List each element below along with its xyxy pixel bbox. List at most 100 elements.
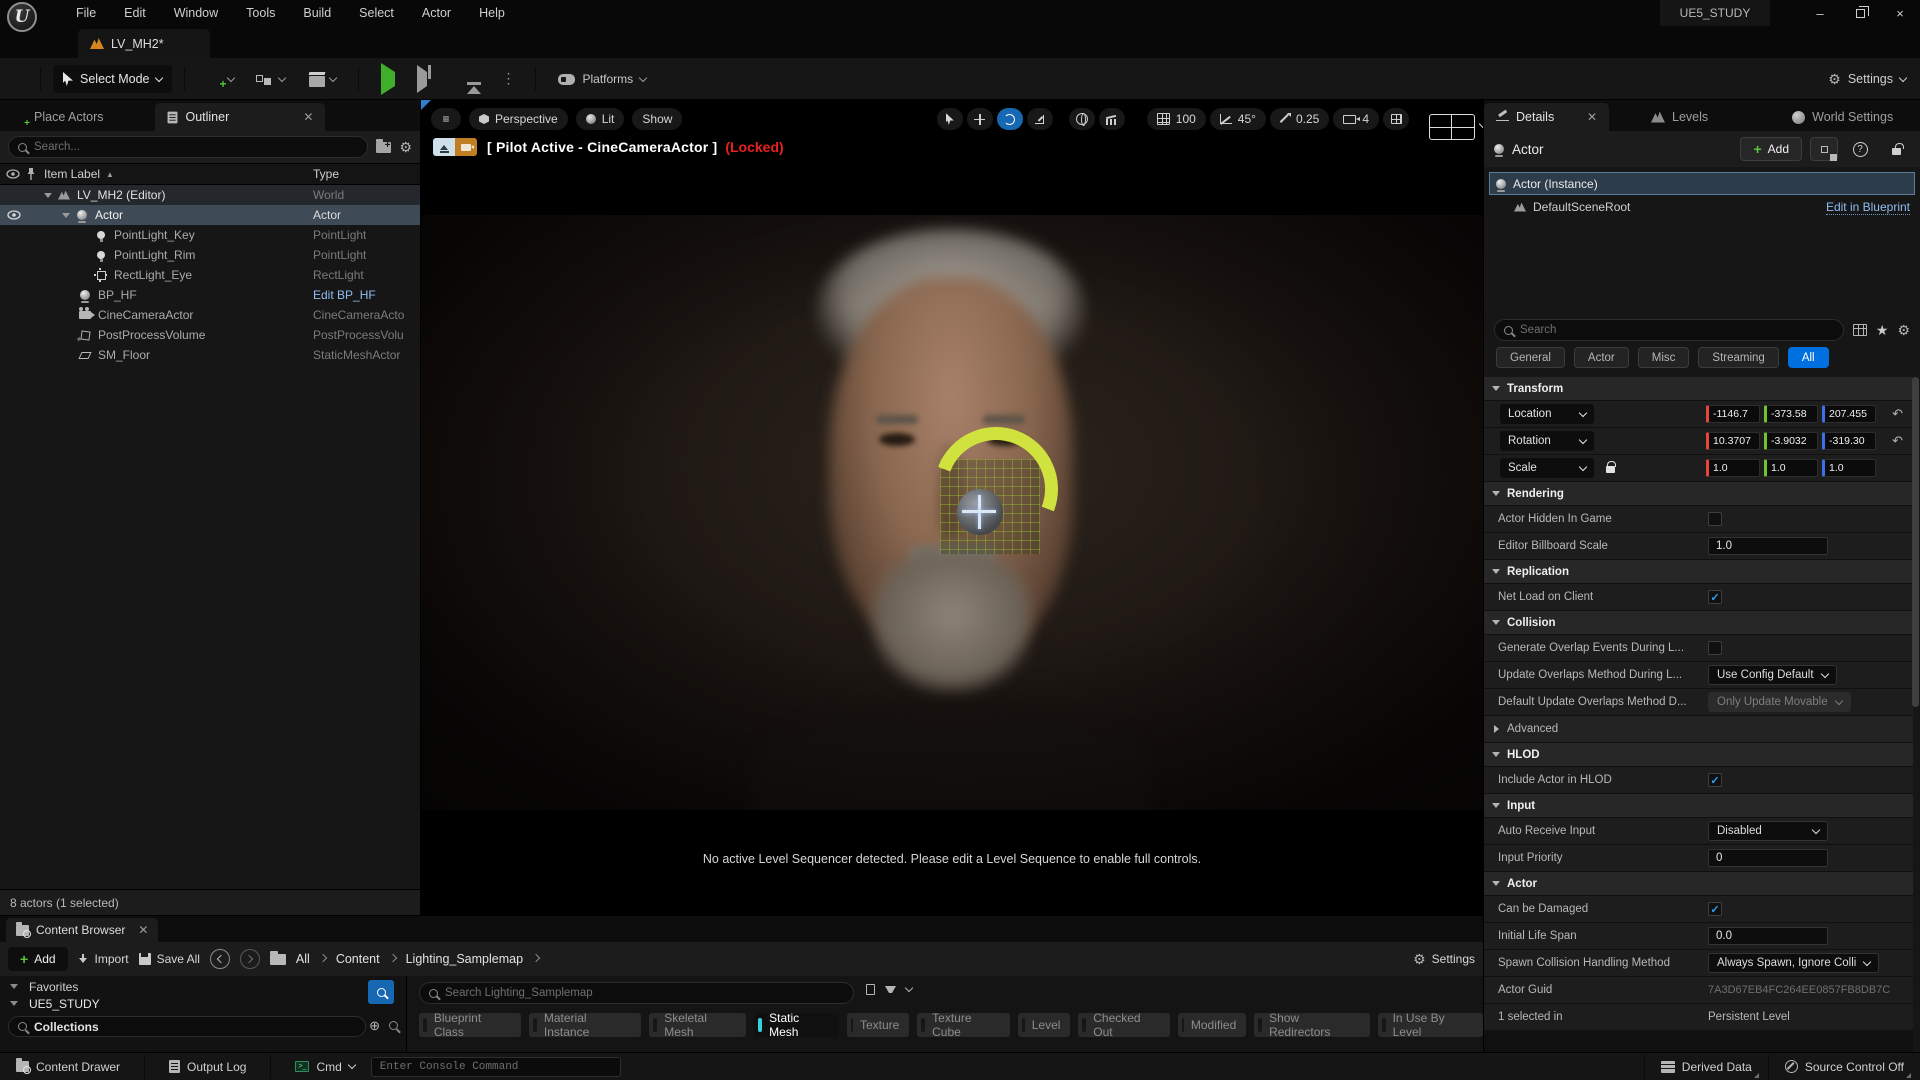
- settings-dropdown[interactable]: ⚙ Settings: [1828, 58, 1906, 100]
- source-control-button[interactable]: Source Control Off: [1777, 1053, 1912, 1080]
- add-component-button[interactable]: + Add: [1740, 137, 1802, 161]
- auto-receive-input-dropdown[interactable]: Disabled: [1708, 821, 1828, 841]
- filter-texture-cube[interactable]: Texture Cube: [917, 1013, 1010, 1037]
- surface-snap-button[interactable]: [1099, 108, 1125, 130]
- can-damage-checkbox[interactable]: ✓: [1708, 902, 1722, 916]
- cb-add-button[interactable]: + Add: [8, 947, 68, 971]
- rotation-dropdown[interactable]: Rotation: [1500, 431, 1594, 451]
- menu-window[interactable]: Window: [160, 0, 232, 26]
- outliner-row-sm-floor[interactable]: SM_Floor StaticMeshActor: [0, 345, 420, 365]
- outliner-row-level[interactable]: LV_MH2 (Editor) World: [0, 185, 420, 205]
- reset-rotation-button[interactable]: ↶: [1892, 433, 1903, 449]
- play-button[interactable]: [371, 72, 405, 86]
- viewport-layout-selector[interactable]: [1429, 114, 1475, 140]
- scale-dropdown[interactable]: Scale: [1500, 458, 1594, 478]
- collections-search-icon[interactable]: [389, 1021, 398, 1030]
- pin-column-icon[interactable]: [26, 167, 36, 181]
- close-icon[interactable]: ✕: [138, 923, 148, 937]
- details-search-input[interactable]: [1494, 319, 1844, 341]
- filter-in-use-by-level[interactable]: In Use By Level: [1378, 1013, 1483, 1037]
- outliner-settings-icon[interactable]: ⚙: [399, 140, 412, 154]
- expand-caret-icon[interactable]: [44, 193, 52, 198]
- life-span-field[interactable]: 0.0: [1708, 927, 1828, 945]
- column-type[interactable]: Type: [313, 167, 339, 181]
- filter-texture[interactable]: Texture: [847, 1013, 909, 1037]
- viewport-options-button[interactable]: ≡: [431, 108, 461, 130]
- tab-levels[interactable]: Levels: [1639, 103, 1720, 131]
- menu-help[interactable]: Help: [465, 0, 519, 26]
- outliner-row-cinecamera[interactable]: CineCameraActor CineCameraActo: [0, 305, 420, 325]
- help-button[interactable]: ?: [1846, 137, 1874, 161]
- filter-material-instance[interactable]: Material Instance: [529, 1013, 641, 1037]
- cinematics-dropdown[interactable]: [299, 72, 346, 87]
- edit-in-blueprint-link[interactable]: Edit in Blueprint: [1826, 200, 1910, 215]
- save-search-icon[interactable]: [866, 984, 875, 995]
- details-search-field[interactable]: [1520, 324, 1834, 336]
- console-command-input[interactable]: [371, 1057, 621, 1077]
- collections-row[interactable]: Collections: [8, 1016, 366, 1037]
- add-collection-icon[interactable]: ⊕: [369, 1018, 380, 1034]
- category-all[interactable]: All: [1788, 347, 1829, 368]
- pilot-camera-button[interactable]: [455, 138, 477, 156]
- details-settings-icon[interactable]: ⚙: [1897, 323, 1910, 337]
- eye-icon[interactable]: [7, 208, 21, 222]
- advanced-expander[interactable]: Advanced: [1484, 716, 1913, 742]
- world-space-toggle[interactable]: [1069, 108, 1095, 130]
- filter-skeletal-mesh[interactable]: Skeletal Mesh: [649, 1013, 746, 1037]
- include-hlod-checkbox[interactable]: ✓: [1708, 773, 1722, 787]
- project-root-row[interactable]: UE5_STUDY: [0, 995, 406, 1012]
- filter-modified[interactable]: Modified: [1178, 1013, 1246, 1037]
- window-minimize-button[interactable]: –: [1800, 0, 1840, 26]
- gizmo-crosshair[interactable]: [962, 510, 996, 513]
- filter-static-mesh[interactable]: Static Mesh: [754, 1013, 839, 1037]
- show-dropdown[interactable]: Show: [632, 108, 682, 130]
- section-actor[interactable]: Actor: [1484, 872, 1913, 895]
- outliner-row-bp-hf[interactable]: BP_HF Edit BP_HF: [0, 285, 420, 305]
- column-item-label[interactable]: Item Label: [44, 167, 100, 181]
- expand-caret-icon[interactable]: [62, 213, 70, 218]
- sources-search-toggle[interactable]: [368, 980, 394, 1004]
- menu-select[interactable]: Select: [345, 0, 408, 26]
- menu-actor[interactable]: Actor: [408, 0, 465, 26]
- actor-hidden-checkbox[interactable]: ✓: [1708, 512, 1722, 526]
- asset-search-input[interactable]: [419, 982, 854, 1004]
- close-icon[interactable]: ✕: [1587, 110, 1597, 124]
- filter-blueprint-class[interactable]: Blueprint Class: [419, 1013, 521, 1037]
- new-folder-icon[interactable]: [376, 142, 391, 153]
- rotation-x-field[interactable]: 10.3707: [1706, 432, 1760, 450]
- edit-bp-hf-link[interactable]: Edit BP_HF: [313, 288, 376, 302]
- filter-checked-out[interactable]: Checked Out: [1078, 1013, 1170, 1037]
- menu-build[interactable]: Build: [289, 0, 345, 26]
- console-command-field[interactable]: [380, 1061, 612, 1073]
- scale-z-field[interactable]: 1.0: [1822, 459, 1876, 477]
- rotation-y-field[interactable]: -3.9032: [1764, 432, 1818, 450]
- tab-details[interactable]: Details ✕: [1484, 103, 1609, 131]
- net-load-checkbox[interactable]: ✓: [1708, 590, 1722, 604]
- cmd-dropdown[interactable]: >_ Cmd: [287, 1053, 362, 1080]
- details-scrollbar[interactable]: [1912, 377, 1919, 707]
- window-maximize-button[interactable]: [1840, 0, 1880, 26]
- section-replication[interactable]: Replication: [1484, 560, 1913, 583]
- stop-piloting-button[interactable]: [433, 138, 455, 156]
- lit-mode-dropdown[interactable]: Lit: [576, 108, 625, 130]
- blueprints-dropdown[interactable]: [246, 71, 295, 87]
- generate-overlap-checkbox[interactable]: ✓: [1708, 641, 1722, 655]
- outliner-row-rectlight-eye[interactable]: RectLight_Eye RectLight: [0, 265, 420, 285]
- filter-funnel-icon[interactable]: [885, 986, 896, 993]
- outliner-row-pointlight-key[interactable]: PointLight_Key PointLight: [0, 225, 420, 245]
- outliner-search-input[interactable]: [8, 136, 368, 158]
- scale-tool-button[interactable]: [1027, 108, 1053, 130]
- scale-x-field[interactable]: 1.0: [1706, 459, 1760, 477]
- breadcrumb-all[interactable]: All: [296, 952, 310, 966]
- section-hlod[interactable]: HLOD: [1484, 743, 1913, 766]
- location-dropdown[interactable]: Location: [1500, 404, 1594, 424]
- location-y-field[interactable]: -373.58: [1764, 405, 1818, 423]
- category-streaming[interactable]: Streaming: [1698, 347, 1778, 368]
- output-log-button[interactable]: Output Log: [161, 1053, 254, 1080]
- back-button[interactable]: [210, 949, 230, 969]
- eject-button[interactable]: [459, 72, 489, 86]
- scene-root-row[interactable]: DefaultSceneRoot Edit in Blueprint: [1484, 195, 1920, 219]
- tab-outliner[interactable]: Outliner ✕: [155, 103, 325, 131]
- rotation-snap-dropdown[interactable]: 45°: [1210, 108, 1266, 130]
- filter-level[interactable]: Level: [1018, 1013, 1070, 1037]
